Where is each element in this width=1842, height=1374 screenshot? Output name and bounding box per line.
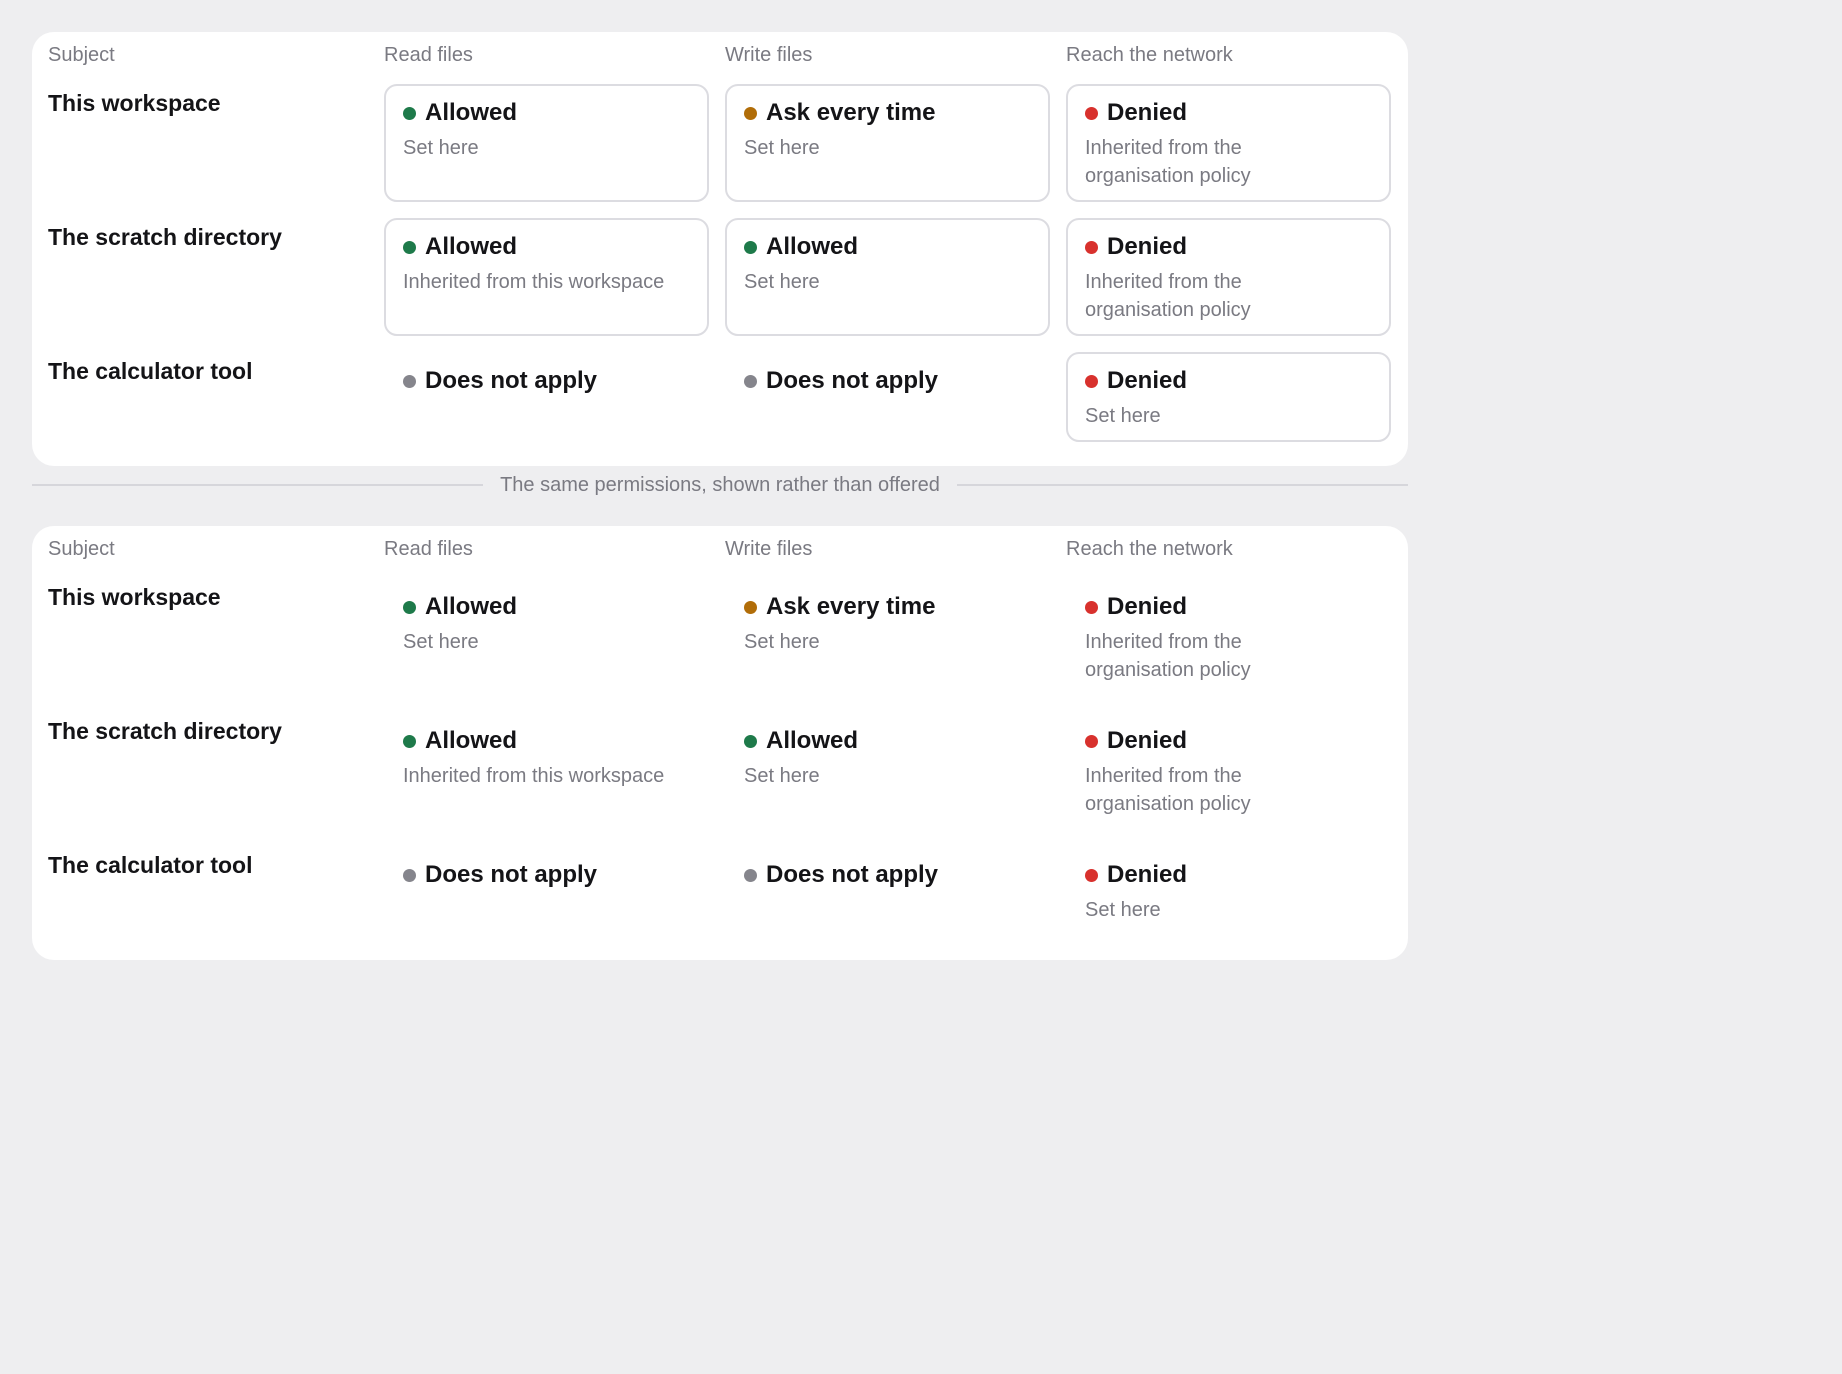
column-header-subject: Subject [48,538,115,560]
status-dot-icon [744,600,757,614]
row-subject: The scratch directory [48,718,282,744]
permission-read-not-applicable: Does not apply [384,846,709,936]
permission-read-value: Allowed Set here [384,578,709,696]
row-subject: The calculator tool [48,358,253,384]
permission-write-not-applicable: Does not apply [725,846,1050,936]
status-dot-icon [403,240,416,254]
status-dot-icon [1085,868,1098,882]
permission-status: Denied [1107,861,1188,888]
column-header-write: Write files [725,538,813,560]
status-dot-icon [1085,374,1098,388]
permissions-panel-offered: Subject Read files Write files Reach the… [32,32,1408,466]
column-header-write: Write files [725,44,813,66]
status-dot-icon [1085,106,1098,120]
permission-status: Denied [1107,593,1188,620]
row-subject: This workspace [48,90,221,116]
permission-write-button[interactable]: Allowed Set here [725,218,1050,336]
permission-source: Inherited from the organisation policy [1085,765,1251,815]
status-dot-icon [744,374,757,388]
permission-source: Set here [1085,899,1161,921]
permission-read-button[interactable]: Allowed Set here [384,84,709,202]
permission-network-value: Denied Inherited from the organisation p… [1066,712,1391,830]
permission-network-button[interactable]: Denied Inherited from the organisation p… [1066,84,1391,202]
permission-read-not-applicable: Does not apply [384,352,709,442]
column-header-read: Read files [384,44,473,66]
status-dot-icon [1085,600,1098,614]
status-dot-icon [403,868,416,882]
permission-status: Does not apply [425,367,598,394]
divider-line [32,484,484,486]
permission-write-value: Allowed Set here [725,712,1050,830]
permission-write-not-applicable: Does not apply [725,352,1050,442]
status-dot-icon [403,734,416,748]
column-header-subject: Subject [48,44,115,66]
permission-read-button[interactable]: Allowed Inherited from this workspace [384,218,709,336]
divider-caption: The same permissions, shown rather than … [500,473,940,496]
permissions-grid: Subject Read files Write files Reach the… [48,42,1392,458]
status-dot-icon [403,374,416,388]
permission-status: Denied [1107,727,1188,754]
permission-status: Allowed [425,593,518,620]
status-dot-icon [744,734,757,748]
row-subject: The scratch directory [48,224,282,250]
permission-status: Does not apply [766,367,939,394]
permission-source: Set here [744,631,820,653]
permission-status: Ask every time [766,99,936,126]
status-dot-icon [403,106,416,120]
permission-status: Denied [1107,233,1188,260]
permission-source: Inherited from this workspace [403,271,665,293]
divider-line [956,484,1409,486]
permission-network-value: Denied Inherited from the organisation p… [1066,578,1391,696]
permission-status: Does not apply [766,861,939,888]
column-header-read: Read files [384,538,473,560]
section-divider: The same permissions, shown rather than … [32,470,1409,500]
status-dot-icon [744,106,757,120]
permission-status: Does not apply [425,861,598,888]
permission-source: Inherited from the organisation policy [1085,631,1251,681]
permission-write-value: Ask every time Set here [725,578,1050,696]
permissions-panel-shown: Subject Read files Write files Reach the… [32,526,1408,960]
status-dot-icon [1085,240,1098,254]
row-subject: This workspace [48,584,221,610]
permission-read-value: Allowed Inherited from this workspace [384,712,709,830]
column-header-network: Reach the network [1066,44,1233,66]
row-subject: The calculator tool [48,852,253,878]
permission-source: Inherited from this workspace [403,765,665,787]
permission-status: Allowed [425,233,518,260]
status-dot-icon [403,600,416,614]
permission-status: Allowed [425,99,518,126]
permission-source: Inherited from the organisation policy [1085,271,1251,321]
permission-source: Set here [744,271,820,293]
status-dot-icon [744,868,757,882]
permission-source: Set here [1085,405,1161,427]
status-dot-icon [1085,734,1098,748]
permission-network-value: Denied Set here [1066,846,1391,936]
permission-network-button[interactable]: Denied Inherited from the organisation p… [1066,218,1391,336]
permission-status: Allowed [766,233,859,260]
permissions-grid: Subject Read files Write files Reach the… [48,536,1392,952]
permission-write-button[interactable]: Ask every time Set here [725,84,1050,202]
status-dot-icon [744,240,757,254]
permission-status: Ask every time [766,593,936,620]
permission-status: Allowed [766,727,859,754]
permission-status: Allowed [425,727,518,754]
permission-source: Set here [744,765,820,787]
permission-source: Set here [403,137,479,159]
permission-source: Set here [403,631,479,653]
permission-status: Denied [1107,99,1188,126]
permission-source: Inherited from the organisation policy [1085,137,1251,187]
permission-status: Denied [1107,367,1188,394]
permission-source: Set here [744,137,820,159]
permission-network-button[interactable]: Denied Set here [1066,352,1391,442]
column-header-network: Reach the network [1066,538,1233,560]
